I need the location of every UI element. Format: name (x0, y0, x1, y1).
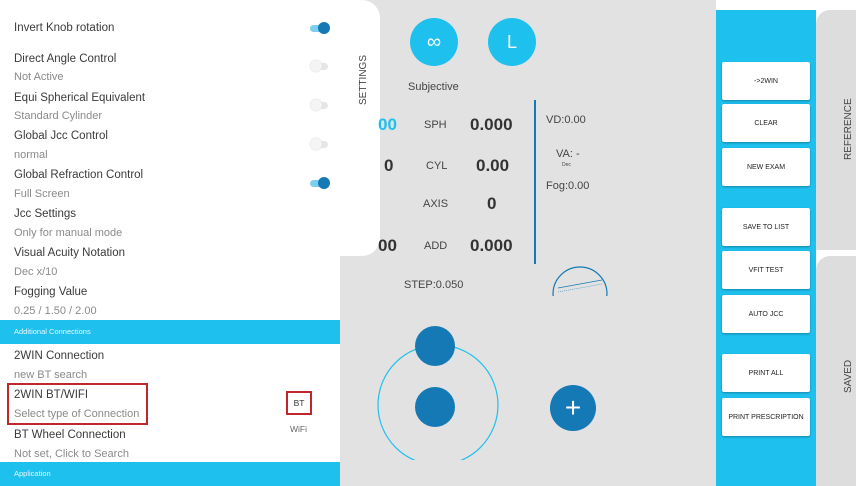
cyl-partial-value: 0 (384, 156, 394, 175)
setting-title: Direct Angle Control (14, 53, 117, 65)
joystick-top-knob[interactable] (415, 326, 455, 366)
divider-line (534, 100, 536, 264)
wifi-option[interactable]: WiFi (290, 424, 307, 434)
setting-subtitle: Full Screen (14, 188, 70, 200)
auto-jcc-button[interactable]: AUTO JCC (722, 295, 810, 333)
step-readout: STEP:0.050 (404, 279, 464, 291)
vd-readout: VD:0.00 (546, 114, 586, 126)
invert-knob-toggle[interactable] (308, 21, 330, 35)
new-exam-button[interactable]: NEW EXAM (722, 148, 810, 186)
section-header-additional-connections: Additional Connections (0, 320, 340, 344)
fog-readout: Fog:0.00 (546, 180, 590, 192)
va-unit: Dec (562, 162, 571, 168)
save-to-list-button[interactable]: SAVE TO LIST (722, 208, 810, 246)
setting-subtitle: Dec x/10 (14, 266, 58, 278)
section-title: Additional Connections (14, 327, 91, 336)
setting-subtitle: Not Active (14, 71, 64, 83)
add-value[interactable]: 0.000 (470, 236, 513, 256)
axis-dial-icon[interactable] (550, 260, 610, 296)
eye-letter: L (506, 31, 517, 52)
joystick-bottom-knob[interactable] (415, 387, 455, 427)
direct-angle-toggle[interactable] (308, 59, 330, 73)
axis-label: AXIS (423, 198, 449, 210)
setting-title: Equi Spherical Equivalent (14, 92, 146, 104)
setting-title: 2WIN BT/WIFI (14, 389, 89, 401)
setting-title: Visual Acuity Notation (14, 247, 126, 259)
global-jcc-toggle[interactable] (308, 137, 330, 151)
section-title: Application (14, 469, 51, 478)
setting-title: Fogging Value (14, 286, 88, 298)
plus-icon: + (564, 392, 582, 423)
setting-title: Invert Knob rotation (14, 22, 115, 34)
mode-label: Subjective (408, 81, 459, 93)
setting-title: 2WIN Connection (14, 350, 105, 362)
sph-value[interactable]: 0.000 (470, 115, 513, 135)
global-refraction-toggle[interactable] (308, 176, 330, 190)
setting-subtitle: Select type of Connection (14, 408, 140, 420)
cyl-value[interactable]: 0.00 (476, 156, 509, 176)
eye-select-button[interactable]: L (488, 18, 536, 66)
infinity-icon: ∞ (426, 30, 442, 53)
settings-tab-background (340, 0, 380, 256)
print-prescription-button[interactable]: PRINT PRESCRIPTION (722, 398, 810, 436)
axis-value[interactable]: 0 (487, 194, 496, 214)
setting-title: Jcc Settings (14, 208, 76, 220)
setting-subtitle: new BT search (14, 369, 88, 381)
equi-spherical-toggle[interactable] (308, 98, 330, 112)
setting-title: Global Jcc Control (14, 130, 108, 142)
settings-tab[interactable]: SETTINGS (358, 55, 369, 105)
setting-title: BT Wheel Connection (14, 429, 126, 441)
vfit-test-button[interactable]: VFIT TEST (722, 251, 810, 289)
clear-button[interactable]: CLEAR (722, 104, 810, 142)
infinity-button[interactable]: ∞ (410, 18, 458, 66)
cyl-label: CYL (426, 160, 448, 172)
add-partial-value: 00 (378, 236, 397, 255)
add-button[interactable]: + (550, 385, 596, 431)
setting-subtitle: 0.25 / 1.50 / 2.00 (14, 305, 97, 317)
settings-panel: Invert Knob rotation Direct Angle Contro… (0, 0, 340, 486)
setting-subtitle: Standard Cylinder (14, 110, 103, 122)
sph-label: SPH (424, 119, 447, 131)
section-header-application: Application (0, 462, 340, 486)
setting-subtitle: Only for manual mode (14, 227, 123, 239)
reference-tab-label[interactable]: REFERENCE (843, 98, 854, 160)
setting-subtitle: normal (14, 149, 48, 161)
print-all-button[interactable]: PRINT ALL (722, 354, 810, 392)
setting-title: Global Refraction Control (14, 169, 144, 181)
va-readout: VA: - (556, 148, 580, 160)
saved-tab-label[interactable]: SAVED (843, 360, 854, 393)
bt-option[interactable]: BT (286, 398, 312, 408)
setting-subtitle: Not set, Click to Search (14, 448, 129, 460)
sph-partial-value: 00 (378, 115, 397, 134)
to-2win-button[interactable]: ->2WIN (722, 62, 810, 100)
add-label: ADD (424, 240, 448, 252)
